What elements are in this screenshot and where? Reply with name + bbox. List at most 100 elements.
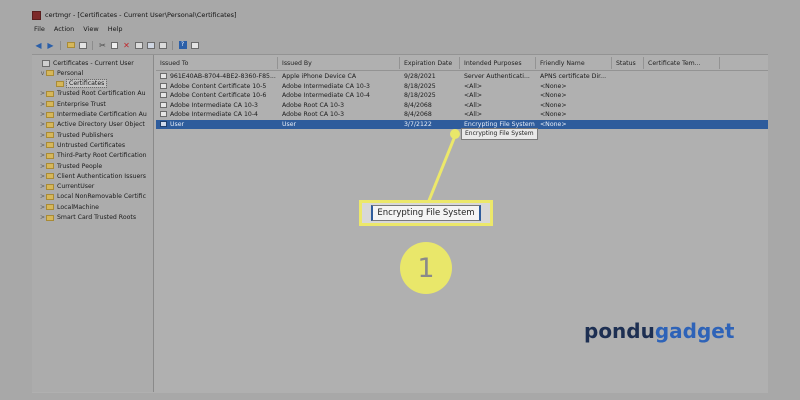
tree-item[interactable]: > Intermediate Certification Au [39,110,147,120]
chevron-right-icon[interactable]: > [39,204,46,211]
table-cell: 8/4/2068 [404,111,432,119]
menu-help[interactable]: Help [108,25,123,35]
tree-item-label: Certificates - Current User [53,59,134,67]
certificate-store-icon [42,59,50,67]
column-header[interactable]: Issued To [156,57,278,69]
tree-item[interactable]: > Trusted Publishers [39,130,113,140]
table-cell: <None> [540,121,567,128]
chevron-right-icon[interactable]: > [39,173,46,180]
callout-box: Encrypting File System [359,200,493,226]
chevron-right-icon[interactable]: > [39,132,46,139]
folder-icon [46,204,54,211]
chevron-right-icon[interactable]: > [39,214,46,221]
tree-item[interactable]: > Third-Party Root Certification [39,151,147,161]
toolbar: ◀ ▶ ✂ ✕ ? [34,39,199,51]
table-cell [648,110,719,119]
table-cell: Adobe Intermediate CA 10-3 [170,101,258,109]
tree-item[interactable]: > Trusted Root Certification Au [39,89,146,99]
table-row[interactable]: Adobe Content Certificate 10-5 Adobe Inte… [156,82,768,91]
tree-item[interactable]: Certificates [49,79,108,89]
table-cell: Adobe Root CA 10-3 [282,101,345,109]
tree-item-label: Client Authentication Issuers [57,172,147,180]
table-cell: Adobe Content Certificate 10-6 [170,92,267,100]
tree-item[interactable]: > Client Authentication Issuers [39,171,146,181]
menu-file[interactable]: File [34,25,45,35]
table-cell: 8/4/2068 [404,101,432,109]
chevron-right-icon[interactable]: > [39,121,46,128]
tree-item-label: Trusted Publishers [57,131,114,139]
folder-icon [46,152,54,159]
chevron-right-icon[interactable]: > [39,90,46,97]
up-folder-icon[interactable] [66,41,75,50]
table-row[interactable]: Adobe Intermediate CA 10-4 Adobe Root CA … [156,110,768,119]
cut-icon[interactable]: ✂ [98,41,107,50]
chevron-right-icon[interactable]: > [39,101,46,108]
column-header[interactable]: Status [612,57,644,69]
chevron-right-icon[interactable]: > [39,142,46,149]
tree-item[interactable]: > Active Directory User Object [39,120,145,130]
back-icon[interactable]: ◀ [34,41,43,50]
table-cell: <All> [464,82,483,90]
tree-item-label: Local NonRemovable Certific [57,193,146,201]
certificate-icon [160,73,167,79]
forward-icon[interactable]: ▶ [46,41,55,50]
chevron-right-icon[interactable]: > [39,152,46,159]
properties-icon[interactable] [134,41,143,50]
show-hide-tree-icon[interactable] [78,41,87,50]
table-cell [648,120,719,129]
logo-part-2: gadget [654,319,735,343]
chevron-right-icon[interactable]: > [39,111,46,118]
window-titlebar: certmgr - [Certificates - Current User\P… [32,8,772,22]
chevron-right-icon[interactable]: > [39,193,46,200]
delete-icon[interactable]: ✕ [122,41,131,50]
table-cell: 8/18/2025 [404,92,436,100]
table-cell: User [282,121,297,128]
table-cell: <All> [464,92,483,100]
tree-item[interactable]: Certificates - Current User [35,58,134,68]
table-cell: <None> [540,82,567,90]
certificate-icon [160,101,167,108]
folder-icon [46,214,54,221]
column-header[interactable]: Issued By [278,57,400,69]
help-icon[interactable]: ? [178,41,187,50]
export-icon[interactable] [158,41,167,50]
tree-item[interactable]: > Local NonRemovable Certific [39,192,146,202]
window-title: certmgr - [Certificates - Current User\P… [45,11,237,19]
menu-view[interactable]: View [83,25,98,35]
menu-action[interactable]: Action [54,25,74,35]
tree-item-label: Trusted Root Certification Au [57,90,146,98]
table-row[interactable]: Adobe Intermediate CA 10-3 Adobe Root CA … [156,101,768,110]
folder-icon [46,183,54,190]
chevron-right-icon[interactable]: > [39,163,46,170]
view-icon[interactable] [190,41,199,50]
highlight-dot [450,129,460,139]
tree-item-label: Trusted People [57,162,103,170]
column-header[interactable]: Friendly Name [536,57,612,69]
column-header[interactable]: Intended Purposes [460,57,536,69]
chevron-down-icon[interactable]: v [39,70,46,77]
table-row[interactable]: Adobe Content Certificate 10-6 Adobe Inte… [156,91,768,100]
pondugadget-logo: pondu gadget [584,319,734,343]
tree-item[interactable]: > Enterprise Trust [39,99,106,109]
column-header[interactable]: Certificate Tem... [644,57,720,69]
table-cell: Apple iPhone Device CA [282,73,357,80]
tree-item-label: Certificates [65,79,108,89]
tree-item[interactable]: > Trusted People [39,161,102,171]
copy-icon[interactable] [110,41,119,50]
tree-item[interactable]: > Untrusted Certificates [39,140,125,150]
tree-item[interactable]: > LocalMachine [39,202,99,212]
table-row[interactable]: 961E40AB-8704-4BE2-8360-F85... Apple iPho… [156,72,768,81]
column-header[interactable]: Expiration Date [400,57,460,69]
refresh-icon[interactable] [146,41,155,50]
table-cell: 3/7/2122 [404,121,432,128]
chevron-right-icon[interactable]: > [39,183,46,190]
folder-icon [46,142,54,149]
purpose-tooltip: Encrypting File System [461,128,538,140]
table-cell: Adobe Intermediate CA 10-4 [170,111,258,119]
folder-icon [46,111,54,118]
tree-item[interactable]: v Personal [39,68,84,78]
tree-item[interactable]: > CurrentUser [39,182,94,192]
folder-icon [46,193,54,200]
table-cell: 9/28/2021 [404,73,436,80]
tree-item[interactable]: > Smart Card Trusted Roots [39,213,136,223]
